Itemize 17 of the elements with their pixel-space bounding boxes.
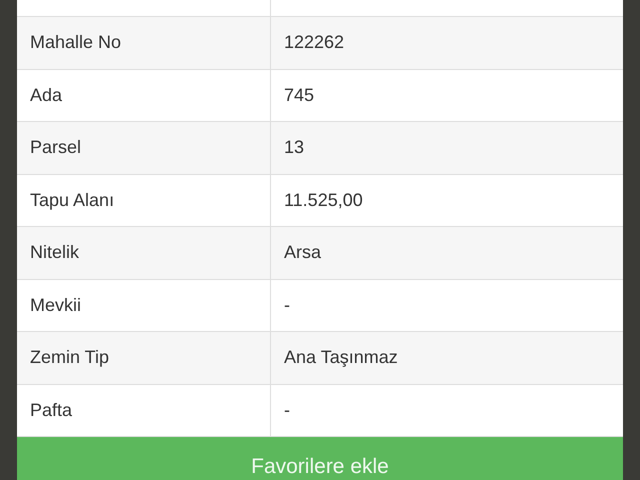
row-label: Nitelik — [30, 242, 80, 264]
row-label: Mevkii — [30, 294, 82, 316]
row-label: Ada — [30, 84, 62, 106]
row-label: Pafta — [30, 400, 72, 421]
row-value: - — [284, 294, 290, 316]
row-label: Parsel — [30, 137, 82, 158]
row-value: 122262 — [284, 32, 344, 54]
row-value: - — [284, 400, 290, 421]
row-value: 13 — [284, 137, 304, 158]
add-to-favorites-button[interactable]: Favorilere ekle — [17, 437, 623, 480]
row-value: 745 — [284, 84, 314, 106]
row-label: Mahalle No — [30, 32, 122, 54]
row-value: Arsa — [284, 242, 322, 264]
row-value: 11.525,00 — [284, 190, 363, 211]
row-value: Ana Taşınmaz — [284, 347, 398, 368]
row-label: Zemin Tip — [30, 347, 110, 368]
row-label: Tapu Alanı — [30, 190, 114, 211]
